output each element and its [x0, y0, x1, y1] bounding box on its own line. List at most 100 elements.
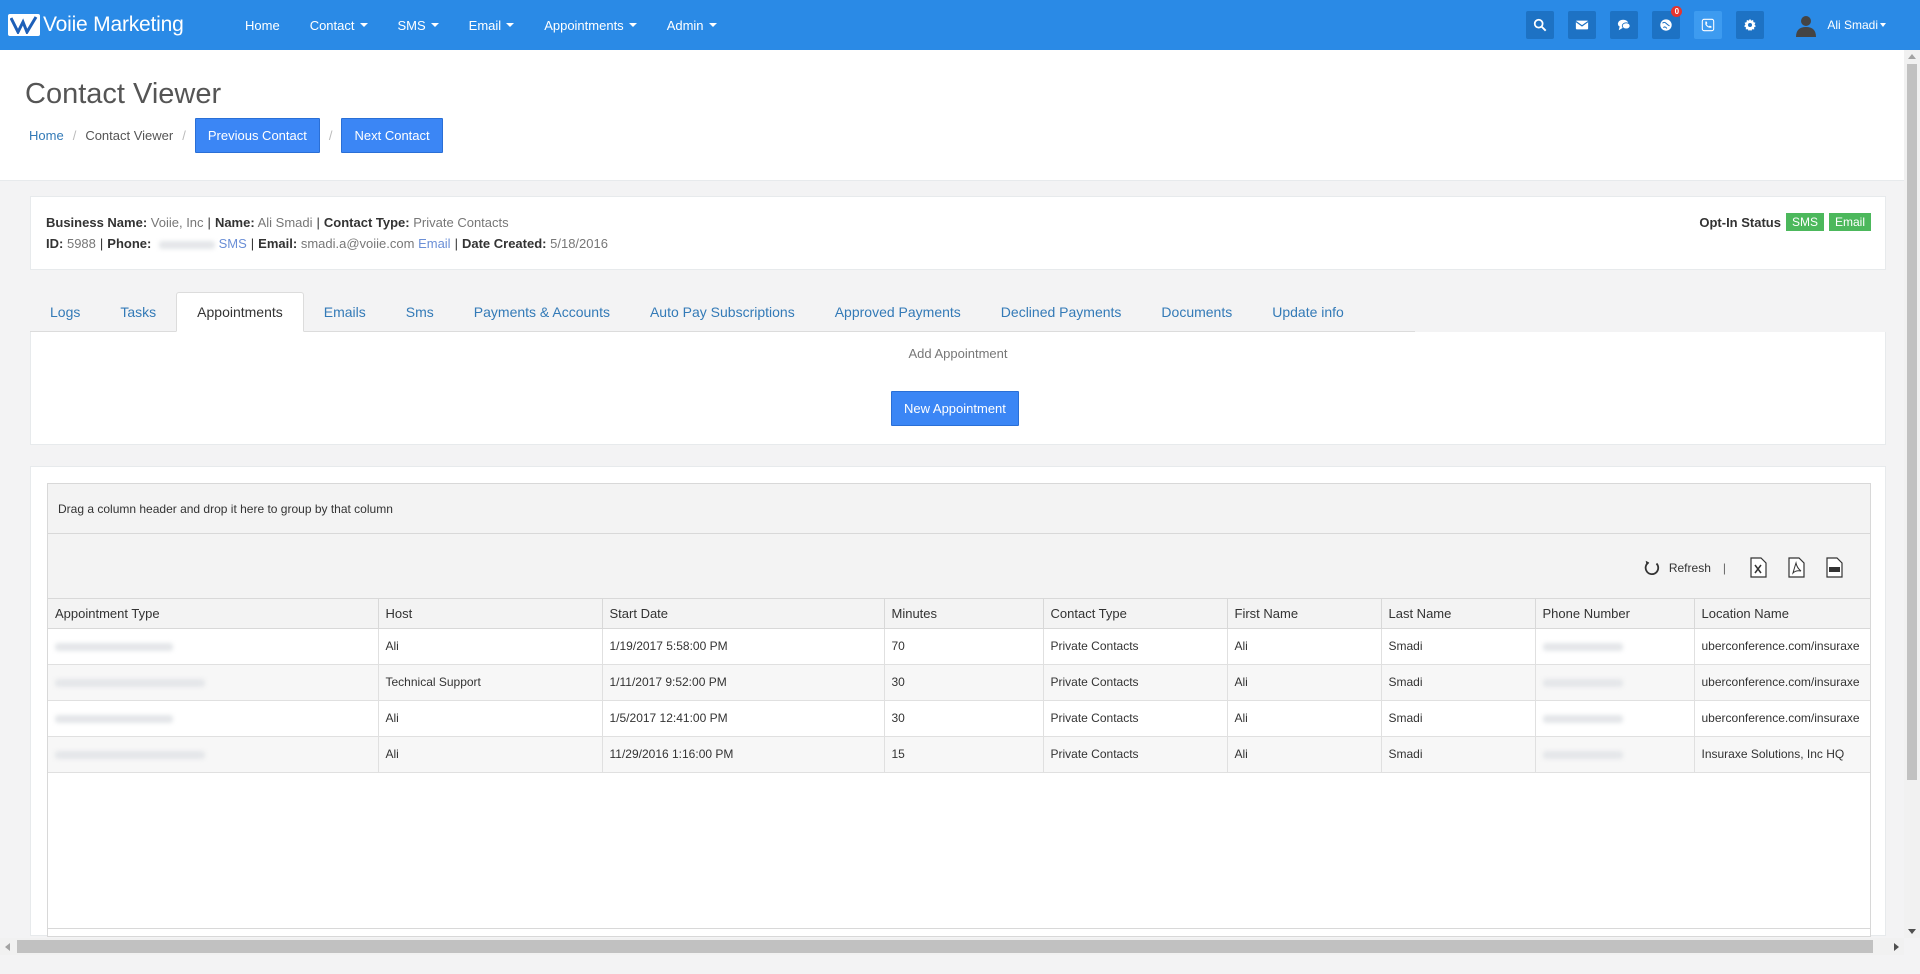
cell-start-date: 11/29/2016 1:16:00 PM [602, 736, 885, 773]
table-row[interactable]: Ali 1/5/2017 12:41:00 PM 30 Private Cont… [48, 700, 1870, 737]
notifications-button[interactable]: 0 [1652, 6, 1683, 39]
messages-button[interactable] [1568, 11, 1597, 39]
redacted-text [1542, 642, 1623, 651]
cell-start-date: 1/11/2017 9:52:00 PM [602, 664, 885, 701]
page-title: Contact Viewer [25, 78, 222, 110]
contact-info-line-2: ID: 5988 | Phone: SMS | Email: smadi.a@voiie… [46, 236, 608, 251]
column-header-last-name[interactable]: Last Name [1381, 599, 1536, 629]
tab-declined-payments[interactable]: Declined Payments [981, 292, 1142, 332]
table-row[interactable]: Technical Support 1/11/2017 9:52:00 PM 3… [48, 664, 1870, 701]
grid-footer [48, 928, 1870, 936]
user-menu[interactable]: Ali Smadi [1778, 13, 1920, 37]
tab-appointments[interactable]: Appointments [176, 292, 304, 332]
opt-in-email-badge: Email [1828, 213, 1871, 231]
gear-icon [1744, 18, 1757, 31]
pdf-export-icon[interactable] [1788, 557, 1805, 578]
vertical-scroll-thumb[interactable] [1907, 64, 1917, 780]
breadcrumb-home[interactable]: Home [29, 128, 64, 143]
email-send-link[interactable]: Email [418, 236, 451, 251]
envelope-icon [1575, 20, 1589, 30]
excel-export-icon[interactable] [1750, 557, 1767, 578]
phone-button[interactable] [1694, 11, 1723, 39]
brand[interactable]: Voiie Marketing [0, 0, 230, 50]
cell-first-name: Ali [1227, 628, 1382, 665]
tab-approved-payments[interactable]: Approved Payments [815, 292, 981, 332]
scroll-right-arrow-icon[interactable] [1894, 943, 1899, 951]
column-header-host[interactable]: Host [378, 599, 603, 629]
tab-sms[interactable]: Sms [386, 292, 454, 332]
caret-down-icon [1880, 23, 1886, 27]
tab-logs[interactable]: Logs [30, 292, 100, 332]
cell-phone-number [1535, 664, 1695, 701]
cell-first-name: Ali [1227, 664, 1382, 701]
column-header-first-name[interactable]: First Name [1227, 599, 1382, 629]
nav-admin[interactable]: Admin [652, 0, 732, 50]
nav-sms[interactable]: SMS [383, 0, 454, 50]
cell-start-date: 1/19/2017 5:58:00 PM [602, 628, 885, 665]
id-label: ID: [46, 236, 64, 251]
new-appointment-button[interactable]: New Appointment [891, 391, 1019, 426]
nav-appointments[interactable]: Appointments [529, 0, 652, 50]
separator: | [99, 236, 104, 251]
horizontal-scroll-thumb[interactable] [17, 940, 1873, 953]
nav-contact[interactable]: Contact [295, 0, 383, 50]
breadcrumb: Home / Contact Viewer / Previous Contact… [29, 118, 443, 153]
cell-host: Ali [378, 700, 603, 737]
column-header-contact-type[interactable]: Contact Type [1043, 599, 1228, 629]
previous-contact-button[interactable]: Previous Contact [194, 118, 320, 153]
tab-auto-pay-subscriptions[interactable]: Auto Pay Subscriptions [630, 292, 815, 332]
table-row[interactable]: Ali 11/29/2016 1:16:00 PM 15 Private Con… [48, 736, 1870, 773]
cell-phone-number [1535, 736, 1695, 773]
cell-last-name: Smadi [1381, 628, 1536, 665]
refresh-button[interactable]: Refresh [1669, 561, 1711, 575]
add-appointment-label: Add Appointment [908, 346, 1008, 361]
toolbar-separator: | [1722, 560, 1726, 575]
tab-payments-accounts[interactable]: Payments & Accounts [454, 292, 630, 332]
scroll-down-arrow-icon[interactable] [1908, 929, 1916, 934]
csv-export-icon[interactable] [1826, 557, 1843, 578]
group-drop-area[interactable]: Drag a column header and drop it here to… [48, 484, 1870, 534]
grid-toolbar-actions: Refresh | [1643, 557, 1843, 578]
table-row[interactable]: Ali 1/19/2017 5:58:00 PM 70 Private Cont… [48, 628, 1870, 665]
phone-sms-link[interactable]: SMS [219, 236, 247, 251]
chat-button[interactable] [1610, 11, 1639, 39]
caret-down-icon [708, 23, 717, 27]
search-button[interactable] [1526, 11, 1555, 39]
next-contact-button[interactable]: Next Contact [341, 118, 443, 153]
table-header-row: Appointment Type Host Start Date Minutes… [48, 599, 1870, 629]
nav-home[interactable]: Home [230, 0, 295, 50]
contact-info-box: Business Name: Voiie, Inc | Name: Ali Smad… [30, 196, 1886, 270]
scroll-left-arrow-icon[interactable] [5, 943, 10, 951]
tab-documents[interactable]: Documents [1141, 292, 1252, 332]
cell-contact-type: Private Contacts [1043, 700, 1228, 737]
tab-update-info[interactable]: Update info [1252, 292, 1364, 332]
cell-appointment-type [48, 700, 379, 737]
cell-location-name: uberconference.com/insuraxe [1694, 700, 1870, 737]
name-value: Ali Smadi [257, 215, 313, 230]
column-header-location-name[interactable]: Location Name [1694, 599, 1870, 629]
cell-host: Technical Support [378, 664, 603, 701]
redacted-text [55, 642, 173, 651]
opt-in-sms-badge: SMS [1785, 213, 1824, 231]
tab-tasks[interactable]: Tasks [100, 292, 176, 332]
separator: | [454, 236, 458, 251]
horizontal-scrollbar[interactable] [0, 938, 1904, 955]
nav-home-label: Home [245, 17, 280, 33]
cell-first-name: Ali [1227, 736, 1382, 773]
cell-location-name: uberconference.com/insuraxe [1694, 628, 1870, 665]
refresh-icon[interactable] [1643, 558, 1661, 578]
column-header-start-date[interactable]: Start Date [602, 599, 885, 629]
tab-emails[interactable]: Emails [304, 292, 386, 332]
settings-button[interactable] [1736, 11, 1765, 39]
redacted-text [55, 714, 173, 723]
column-header-appointment-type[interactable]: Appointment Type [48, 599, 379, 629]
nav-email[interactable]: Email [454, 0, 530, 50]
breadcrumb-separator: / [182, 128, 186, 143]
date-created-label: Date Created: [461, 236, 547, 251]
column-header-phone-number[interactable]: Phone Number [1535, 599, 1695, 629]
scroll-up-arrow-icon[interactable] [1908, 54, 1916, 59]
cell-appointment-type [48, 628, 379, 665]
column-header-minutes[interactable]: Minutes [884, 599, 1044, 629]
separator: | [316, 215, 320, 230]
vertical-scrollbar[interactable] [1904, 50, 1920, 938]
